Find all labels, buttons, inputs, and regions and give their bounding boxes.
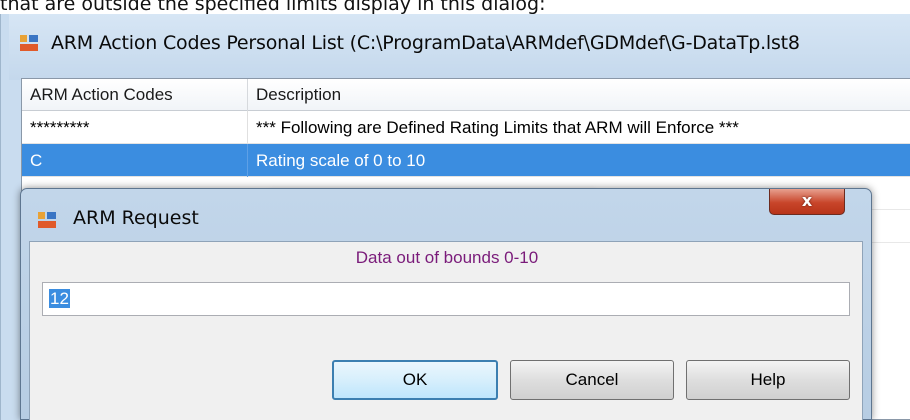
- code-cell: C: [22, 144, 248, 177]
- table-row[interactable]: ********* *** Following are Defined Rati…: [22, 111, 910, 144]
- value-input[interactable]: 12: [42, 282, 850, 316]
- arm-request-dialog: ARM Request x Data out of bounds 0-10 12…: [20, 188, 872, 420]
- caption-text: that are outside the specified limits di…: [0, 0, 546, 14]
- dialog-client-area: Data out of bounds 0-10 12 OK Cancel Hel…: [29, 241, 863, 420]
- table-row-selected[interactable]: C Rating scale of 0 to 10: [22, 144, 910, 177]
- grid-header: ARM Action Codes Description: [22, 79, 910, 111]
- description-cell: Rating scale of 0 to 10: [256, 151, 426, 170]
- code-cell: *********: [22, 111, 248, 144]
- column-header-description[interactable]: Description: [248, 79, 910, 111]
- dialog-title: ARM Request: [73, 207, 199, 229]
- cancel-button[interactable]: Cancel: [510, 360, 674, 400]
- selected-input-text: 12: [49, 289, 70, 308]
- close-button[interactable]: x: [769, 189, 845, 215]
- column-header-codes[interactable]: ARM Action Codes: [22, 79, 248, 111]
- ok-button[interactable]: OK: [332, 360, 498, 400]
- error-message: Data out of bounds 0-10: [355, 248, 539, 267]
- close-icon: x: [801, 191, 813, 210]
- description-cell: *** Following are Defined Rating Limits …: [256, 118, 739, 137]
- help-button[interactable]: Help: [686, 360, 850, 400]
- app-window-icon: [38, 212, 56, 228]
- main-titlebar: ARM Action Codes Personal List (C:\Progr…: [9, 14, 910, 80]
- app-window-icon: [20, 35, 38, 51]
- main-window-title: ARM Action Codes Personal List (C:\Progr…: [51, 32, 800, 54]
